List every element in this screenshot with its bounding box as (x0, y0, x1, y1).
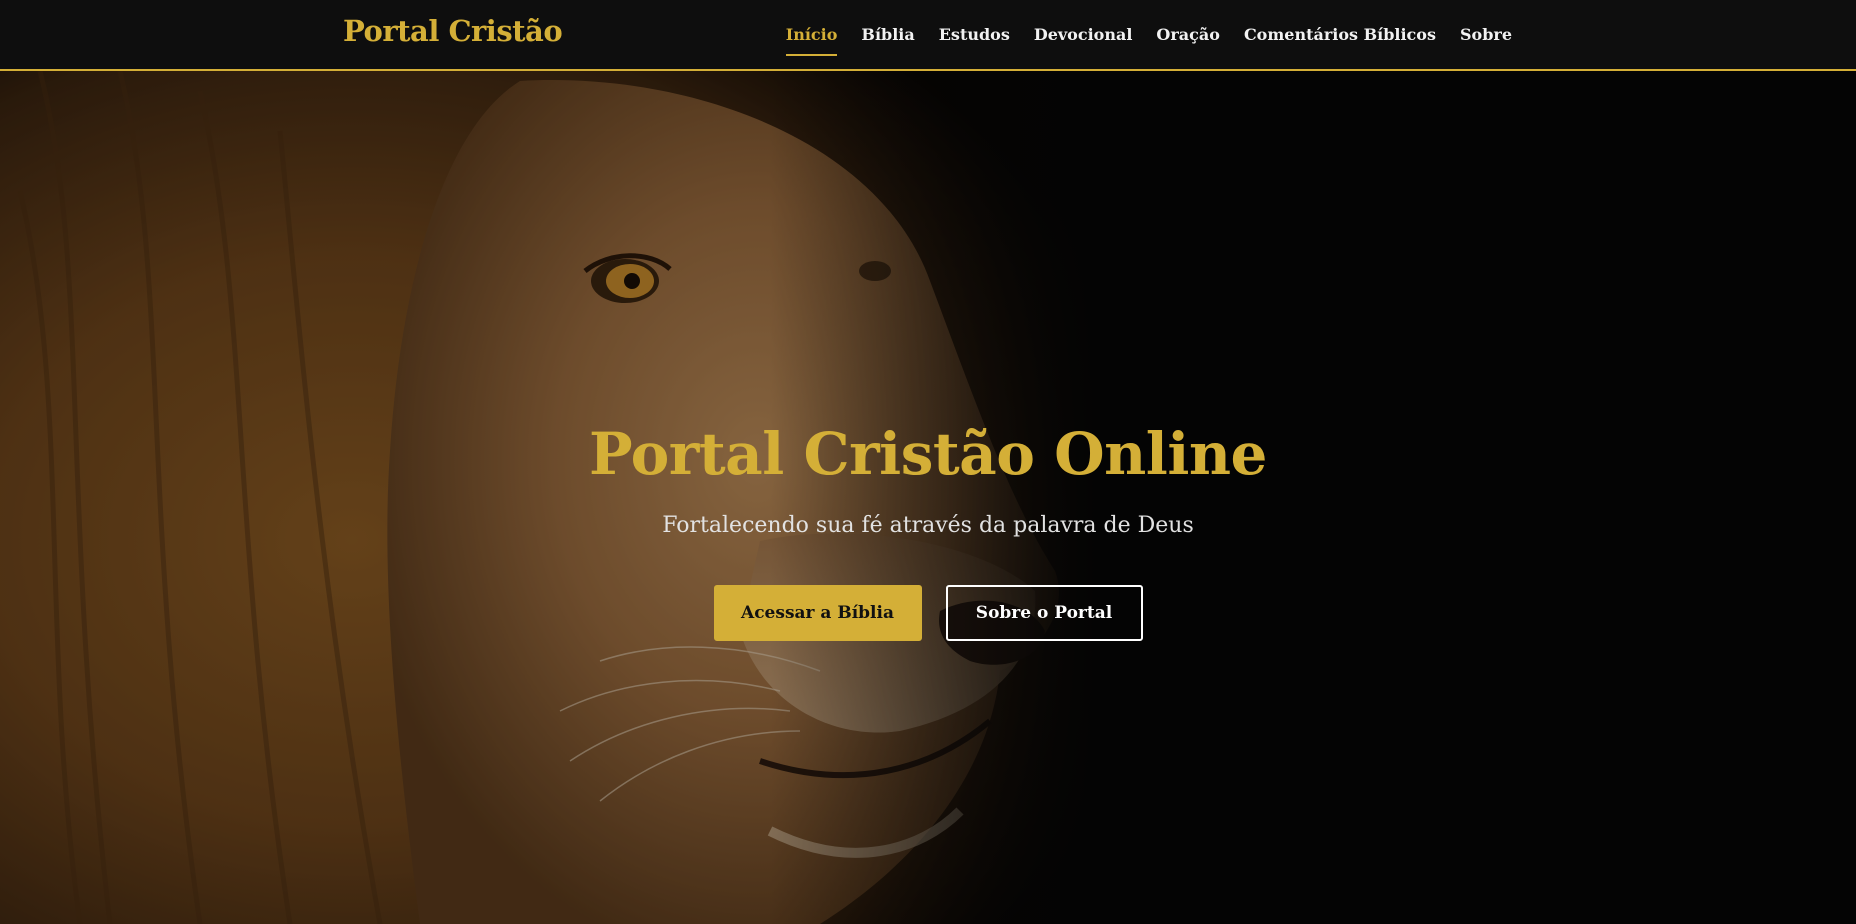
nav-item-devocional[interactable]: Devocional (1034, 21, 1133, 48)
nav-item-inicio[interactable]: Início (785, 21, 837, 56)
nav-item-oracao[interactable]: Oração (1156, 21, 1220, 48)
access-bible-button[interactable]: Acessar a Bíblia (713, 585, 922, 641)
top-navbar: Portal Cristão Início Bíblia Estudos Dev… (0, 0, 1856, 71)
nav-item-sobre[interactable]: Sobre (1460, 21, 1512, 48)
hero-subtitle: Fortalecendo sua fé através da palavra d… (662, 513, 1194, 538)
nav-item-estudos[interactable]: Estudos (939, 21, 1010, 48)
nav-item-biblia[interactable]: Bíblia (861, 21, 914, 48)
brand-logo-link[interactable]: Portal Cristão (343, 14, 563, 48)
hero-title: Portal Cristão Online (589, 420, 1267, 488)
about-portal-button[interactable]: Sobre o Portal (945, 585, 1143, 641)
main-nav: Início Bíblia Estudos Devocional Oração … (785, 0, 1512, 69)
hero-section: Portal Cristão Online Fortalecendo sua f… (0, 71, 1856, 924)
nav-item-comentarios-biblicos[interactable]: Comentários Bíblicos (1244, 21, 1436, 48)
hero-button-group: Acessar a Bíblia Sobre o Portal (0, 585, 1856, 641)
hero-content: Portal Cristão Online Fortalecendo sua f… (0, 419, 1856, 641)
